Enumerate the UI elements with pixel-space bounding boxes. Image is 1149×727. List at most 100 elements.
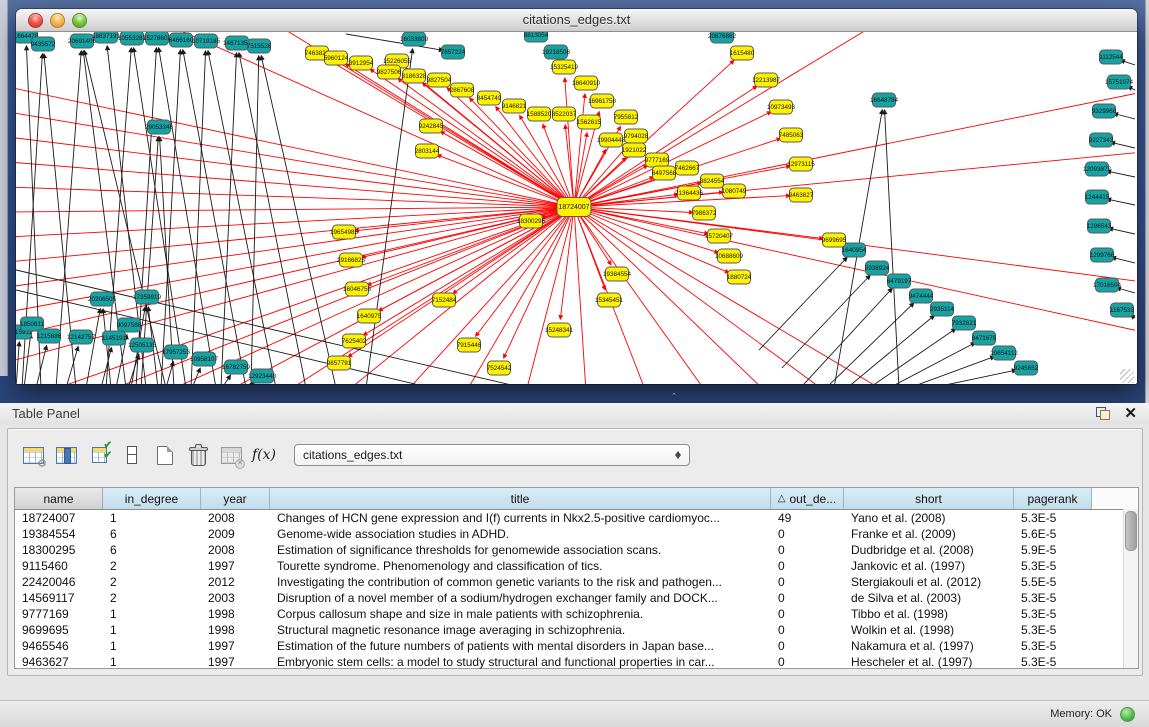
cell-short[interactable]: Franke et al. (2009) xyxy=(844,527,1014,541)
cell-title[interactable]: Estimation of the future numbers of pati… xyxy=(270,639,771,653)
table-row[interactable]: 1830029562008Estimation of significance … xyxy=(15,542,1138,558)
cell-name[interactable]: 9465546 xyxy=(15,639,103,653)
graph-node[interactable]: 12505135 xyxy=(128,338,157,352)
cell-out-de-[interactable]: 49 xyxy=(771,511,844,525)
panel-splitter-handle[interactable]: ˆ xyxy=(668,394,680,401)
cell-name[interactable]: 9463627 xyxy=(15,655,103,669)
cell-short[interactable]: Jankovic et al. (1997) xyxy=(844,559,1014,573)
cell-name[interactable]: 22420046 xyxy=(15,575,103,589)
cell-in-degree[interactable]: 1 xyxy=(103,511,201,525)
graph-node[interactable]: 12093872 xyxy=(1083,162,1112,176)
graph-node[interactable]: 6479197 xyxy=(887,274,912,288)
cell-name[interactable]: 9777169 xyxy=(15,607,103,621)
cell-in-degree[interactable]: 2 xyxy=(103,559,201,573)
cell-short[interactable]: Tibbo et al. (1998) xyxy=(844,607,1014,621)
cell-pagerank[interactable]: 5.3E-5 xyxy=(1014,559,1092,573)
graph-node[interactable]: 2867608 xyxy=(450,83,475,97)
column-header-short[interactable]: short xyxy=(844,488,1014,509)
graph-node[interactable]: 16046756 xyxy=(343,282,372,296)
row-height-icon[interactable] xyxy=(117,441,147,469)
cell-out-de-[interactable]: 0 xyxy=(771,623,844,637)
table-row[interactable]: 946554611997Estimation of the future num… xyxy=(15,638,1138,654)
cell-short[interactable]: de Silva et al. (2003) xyxy=(844,591,1014,605)
graph-node[interactable]: 19654985 xyxy=(330,225,359,239)
graph-node[interactable]: 7857224 xyxy=(441,45,466,59)
new-document-icon[interactable] xyxy=(150,441,180,469)
graph-node[interactable]: 2935114 xyxy=(930,302,955,316)
cell-pagerank[interactable]: 5.3E-5 xyxy=(1014,623,1092,637)
table-row[interactable]: 1872400712008Changes of HCN gene express… xyxy=(15,510,1138,526)
cell-in-degree[interactable]: 6 xyxy=(103,527,201,541)
graph-node[interactable]: 7485063 xyxy=(779,128,804,142)
cell-name[interactable]: 18300295 xyxy=(15,543,103,557)
graph-node[interactable]: 16782759 xyxy=(222,360,251,374)
cell-name[interactable]: 9115460 xyxy=(15,559,103,573)
graph-node[interactable]: 17359919 xyxy=(133,290,162,304)
cell-short[interactable]: Nakamura et al. (1997) xyxy=(844,639,1014,653)
graph-node[interactable]: 1296543 xyxy=(1087,219,1112,233)
graph-node[interactable]: 2803144 xyxy=(415,144,440,158)
cell-pagerank[interactable]: 5.3E-5 xyxy=(1014,591,1092,605)
cell-in-degree[interactable]: 2 xyxy=(103,575,201,589)
cell-out-de-[interactable]: 0 xyxy=(771,591,844,605)
graph-node[interactable]: 19218506 xyxy=(542,45,571,59)
graph-node[interactable]: 12973115 xyxy=(787,157,815,171)
graph-node[interactable]: 7515526 xyxy=(247,39,272,53)
column-chooser-icon[interactable] xyxy=(51,441,81,469)
graph-node[interactable]: 19904448 xyxy=(597,133,626,147)
graph-node[interactable]: 20206505 xyxy=(88,292,117,306)
table-row[interactable]: 969969511998Structural magnetic resonanc… xyxy=(15,622,1138,638)
cell-short[interactable]: Dudbridge et al. (2008) xyxy=(844,543,1014,557)
cell-short[interactable]: Yano et al. (2008) xyxy=(844,511,1014,525)
graph-node[interactable]: 15751074 xyxy=(1105,75,1134,89)
graph-node[interactable]: 1921022 xyxy=(622,143,647,157)
cell-in-degree[interactable]: 1 xyxy=(103,623,201,637)
cell-short[interactable]: Hescheler et al. (1997) xyxy=(844,655,1014,669)
graph-node[interactable]: 5938924 xyxy=(865,261,890,275)
resize-grip-icon[interactable] xyxy=(1120,369,1134,383)
vertical-scrollbar[interactable] xyxy=(1123,509,1138,668)
cell-in-degree[interactable]: 6 xyxy=(103,543,201,557)
cell-year[interactable]: 1998 xyxy=(201,607,270,621)
graph-node[interactable]: 19384554 xyxy=(603,267,632,281)
graph-node[interactable]: 19166825 xyxy=(337,253,366,267)
cell-in-degree[interactable]: 2 xyxy=(103,591,201,605)
cell-year[interactable]: 2008 xyxy=(201,543,270,557)
graph-node[interactable]: 9474444 xyxy=(909,289,934,303)
cell-pagerank[interactable]: 5.9E-5 xyxy=(1014,543,1092,557)
graph-node[interactable]: 15248341 xyxy=(545,323,574,337)
graph-node[interactable]: 17016504 xyxy=(1093,278,1122,292)
table-row[interactable]: 2242004622012Investigating the contribut… xyxy=(15,574,1138,590)
graph-node[interactable]: 1080749 xyxy=(722,184,747,198)
cell-year[interactable]: 2003 xyxy=(201,591,270,605)
graph-node[interactable]: 3824554 xyxy=(700,174,725,188)
graph-node[interactable]: 1299766 xyxy=(1090,248,1115,262)
graph-node[interactable]: 9227343 xyxy=(1089,133,1114,147)
cell-title[interactable]: Estimation of significance thresholds fo… xyxy=(270,543,771,557)
cell-name[interactable]: 9699695 xyxy=(15,623,103,637)
cell-year[interactable]: 1998 xyxy=(201,623,270,637)
graph-node[interactable]: 7625402 xyxy=(342,334,367,348)
cell-name[interactable]: 19384554 xyxy=(15,527,103,541)
graph-node[interactable]: 7986372 xyxy=(692,206,717,220)
column-header-in-degree[interactable]: in_degree xyxy=(103,488,201,509)
cell-pagerank[interactable]: 5.3E-5 xyxy=(1014,639,1092,653)
cell-title[interactable]: Corpus callosum shape and size in male p… xyxy=(270,607,771,621)
graph-node[interactable]: 1167533 xyxy=(1110,303,1135,317)
cell-out-de-[interactable]: 0 xyxy=(771,543,844,557)
cell-out-de-[interactable]: 0 xyxy=(771,575,844,589)
cell-title[interactable]: Changes of HCN gene expression and I(f) … xyxy=(270,511,771,525)
cell-title[interactable]: Investigating the contribution of common… xyxy=(270,575,771,589)
column-header-pagerank[interactable]: pagerank xyxy=(1014,488,1092,509)
scrollbar-thumb[interactable] xyxy=(1125,511,1137,551)
cell-year[interactable]: 2012 xyxy=(201,575,270,589)
graph-node[interactable]: 7915446 xyxy=(457,338,482,352)
cell-in-degree[interactable]: 1 xyxy=(103,655,201,669)
table-row[interactable]: 946362711997Embryonic stem cells: a mode… xyxy=(15,654,1138,669)
table-selector-dropdown[interactable]: citations_edges.txt xyxy=(294,444,690,466)
graph-node[interactable]: 9827506 xyxy=(377,65,402,79)
graph-node[interactable]: 18837191 xyxy=(92,32,121,43)
graph-node[interactable]: 16648784 xyxy=(870,93,899,107)
graph-node[interactable]: 7955812 xyxy=(614,110,639,124)
cell-pagerank[interactable]: 5.5E-5 xyxy=(1014,575,1092,589)
